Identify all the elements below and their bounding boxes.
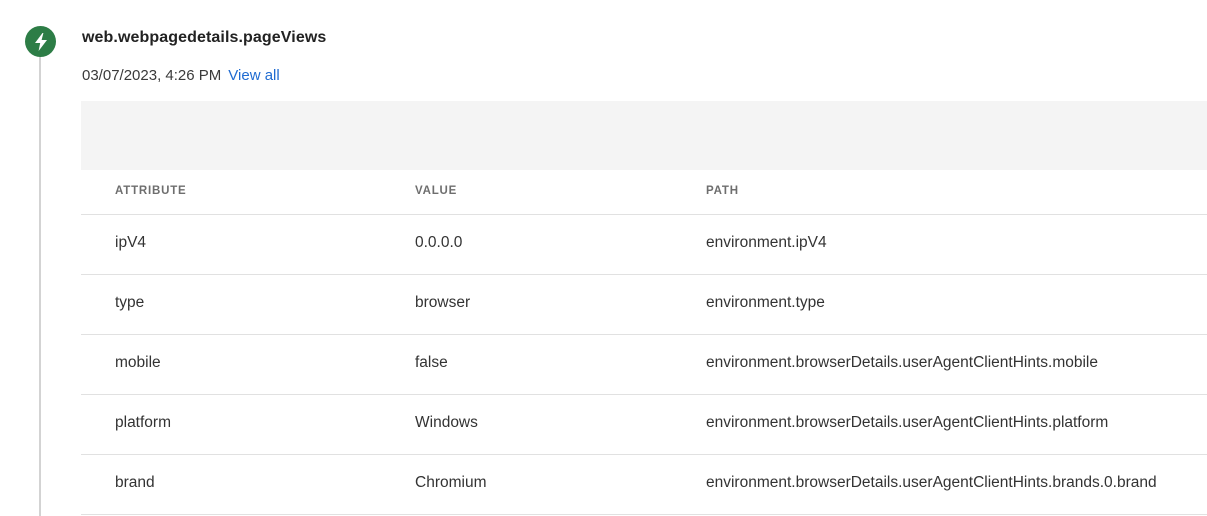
path-cell: environment.type xyxy=(706,294,825,311)
attribute-cell: brand xyxy=(115,474,155,491)
path-cell: environment.browserDetails.userAgentClie… xyxy=(706,414,1109,431)
value-cell: 0.0.0.0 xyxy=(415,234,463,251)
event-timestamp: 03/07/2023, 4:26 PM xyxy=(82,67,222,84)
table-row[interactable]: platform Windows environment.browserDeta… xyxy=(81,395,1207,455)
value-cell: Windows xyxy=(415,414,478,431)
attribute-cell: ipV4 xyxy=(115,234,147,251)
table-header: ATTRIBUTE VALUE PATH xyxy=(81,170,1207,215)
attributes-table: ATTRIBUTE VALUE PATH ipV4 0.0.0.0 enviro… xyxy=(81,170,1207,515)
view-all-link[interactable]: View all xyxy=(228,67,279,84)
path-cell: environment.browserDetails.userAgentClie… xyxy=(706,354,1098,371)
value-cell: Chromium xyxy=(415,474,487,491)
path-cell: environment.ipV4 xyxy=(706,234,827,251)
detail-panel-header xyxy=(81,101,1207,170)
event-detail-page: web.webpagedetails.pageViews 03/07/2023,… xyxy=(0,0,1207,516)
column-header-value[interactable]: VALUE xyxy=(415,185,457,197)
event-title: web.webpagedetails.pageViews xyxy=(82,29,327,46)
path-cell: environment.browserDetails.userAgentClie… xyxy=(706,474,1157,491)
value-cell: false xyxy=(415,354,448,371)
lightning-bolt-icon xyxy=(25,26,56,57)
event-meta: 03/07/2023, 4:26 PM View all xyxy=(82,67,280,84)
table-row[interactable]: brand Chromium environment.browserDetail… xyxy=(81,455,1207,515)
table-row[interactable]: ipV4 0.0.0.0 environment.ipV4 xyxy=(81,215,1207,275)
table-row[interactable]: type browser environment.type xyxy=(81,275,1207,335)
value-cell: browser xyxy=(415,294,471,311)
table-row[interactable]: mobile false environment.browserDetails.… xyxy=(81,335,1207,395)
column-header-attribute[interactable]: ATTRIBUTE xyxy=(115,185,187,197)
timeline-line xyxy=(39,40,41,516)
attribute-cell: type xyxy=(115,294,145,311)
column-header-path[interactable]: PATH xyxy=(706,185,739,197)
attribute-cell: mobile xyxy=(115,354,161,371)
attribute-cell: platform xyxy=(115,414,171,431)
